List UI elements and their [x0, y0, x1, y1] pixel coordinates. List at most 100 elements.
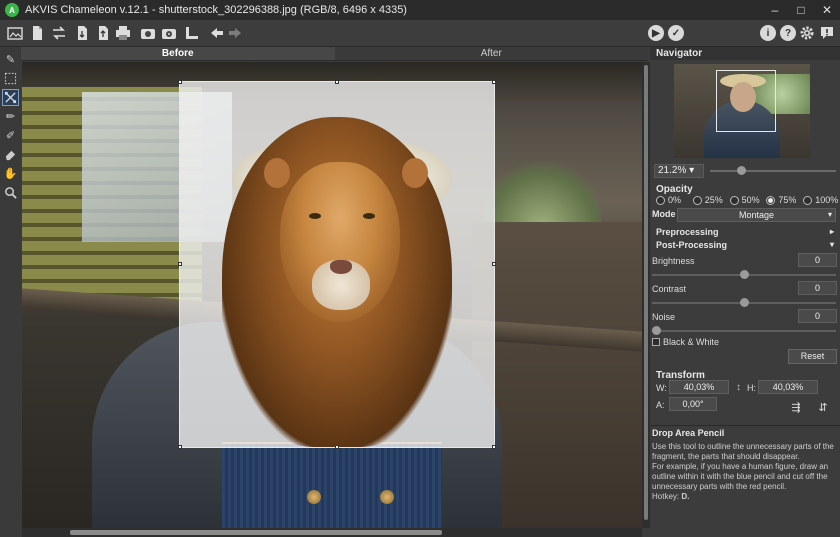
import-icon[interactable] [73, 24, 91, 42]
scroll-thumb[interactable] [644, 65, 648, 520]
lion-ear [264, 158, 290, 188]
horizontal-scrollbar[interactable] [22, 528, 642, 537]
app-logo-icon: A [5, 3, 19, 17]
black-white-checkbox[interactable] [652, 338, 660, 346]
postprocessing-label: Post-Processing [656, 240, 728, 250]
preprocessing-label: Preprocessing [656, 227, 719, 237]
swap-icon[interactable] [50, 24, 68, 42]
opacity-option-25[interactable]: 25% [692, 194, 730, 206]
angle-input[interactable]: 0,00° [669, 397, 717, 411]
navigator-view-rect[interactable] [716, 70, 776, 132]
help-text: Use this tool to outline the unnecessary… [652, 442, 834, 461]
mode-value: Montage [738, 210, 775, 220]
zoom-arrow-icon: ▾ [689, 165, 695, 176]
contrast-input[interactable]: 0 [798, 281, 837, 295]
help-hotkey: Hotkey: D. [652, 492, 838, 502]
flip-vertical-icon[interactable]: ⇵ [812, 398, 834, 416]
opacity-option-50[interactable]: 50% [729, 194, 767, 206]
width-label: W: [656, 383, 667, 393]
zoom-select[interactable]: 21.2% ▾ [654, 164, 704, 178]
angle-label: A: [656, 400, 665, 410]
maximize-button[interactable]: □ [788, 0, 814, 20]
open-icon[interactable] [6, 24, 24, 42]
image-canvas[interactable] [22, 62, 642, 528]
height-input[interactable]: 40,03% [758, 380, 818, 394]
undo-icon[interactable] [208, 24, 226, 42]
help-icon[interactable]: ? [780, 25, 796, 41]
selection-tool-icon[interactable] [3, 71, 18, 86]
mode-label: Mode [652, 209, 676, 219]
close-button[interactable]: ✕ [814, 0, 840, 20]
navigator-preview[interactable] [674, 64, 810, 158]
noise-slider[interactable] [652, 330, 836, 332]
left-toolbar: ✎ ✏ ✐ ✋ [0, 47, 21, 537]
lion-ear [402, 158, 428, 188]
transform-tool-icon[interactable] [2, 89, 19, 106]
camera2-icon[interactable] [160, 24, 178, 42]
noise-input[interactable]: 0 [798, 309, 837, 323]
radio-label: 100% [815, 195, 839, 205]
drop-area-pencil-icon[interactable]: ✏ [3, 109, 18, 124]
link-proportions-icon[interactable]: ↕ [736, 382, 741, 393]
info-icon[interactable]: i [760, 25, 776, 41]
transform-handle[interactable] [492, 80, 496, 84]
brightness-input[interactable]: 0 [798, 253, 837, 267]
ruler-icon[interactable] [183, 24, 201, 42]
preprocessing-header[interactable]: Preprocessing ▸ [650, 226, 840, 238]
opacity-option-75[interactable]: 75% [766, 194, 803, 206]
zoom-icon[interactable] [3, 185, 18, 200]
reset-button[interactable]: Reset [788, 349, 837, 364]
radio-label: 0% [668, 195, 682, 205]
flip-horizontal-icon[interactable]: ⇶ [785, 398, 807, 416]
navigator-title: Navigator [650, 47, 840, 60]
opacity-option-0[interactable]: 0% [656, 194, 693, 206]
export-icon[interactable] [94, 24, 112, 42]
noise-slider-handle[interactable] [652, 326, 661, 335]
chevron-right-icon: ▸ [829, 227, 834, 236]
redo-icon[interactable] [226, 24, 244, 42]
lion-eye [309, 213, 321, 219]
vertical-scrollbar[interactable] [642, 62, 650, 528]
transform-handle[interactable] [178, 445, 182, 449]
run-icon[interactable]: ▶ [648, 25, 664, 41]
apply-icon[interactable]: ✓ [668, 25, 684, 41]
settings-icon[interactable] [798, 24, 816, 42]
noise-label: Noise [652, 312, 676, 322]
hand-icon[interactable]: ✋ [3, 166, 18, 181]
scroll-thumb[interactable] [70, 530, 442, 535]
chevron-down-icon: ▾ [829, 240, 834, 249]
zoom-slider[interactable] [710, 170, 836, 172]
transform-handle[interactable] [335, 445, 339, 449]
pencil-tool-icon[interactable]: ✎ [3, 52, 18, 67]
camera-icon[interactable] [139, 24, 157, 42]
window-title: AKVIS Chameleon v.12.1 - shutterstock_30… [25, 4, 407, 16]
print-icon[interactable] [114, 24, 132, 42]
tab-after[interactable]: After [334, 47, 648, 61]
transform-handle[interactable] [492, 262, 496, 266]
brightness-slider-handle[interactable] [740, 270, 749, 279]
contrast-slider-handle[interactable] [740, 298, 749, 307]
minimize-button[interactable]: – [762, 0, 788, 20]
eraser-pencil-icon[interactable]: ✐ [3, 128, 18, 143]
alert-icon[interactable] [818, 24, 836, 42]
lion-eye [363, 213, 375, 219]
tab-before[interactable]: Before [21, 47, 335, 61]
radio-dot [656, 195, 665, 205]
overall-button [307, 490, 321, 504]
radio-dot-selected [766, 195, 776, 205]
width-input[interactable]: 40,03% [669, 380, 729, 394]
new-icon[interactable] [28, 24, 46, 42]
transform-handle[interactable] [492, 445, 496, 449]
radio-label: 50% [741, 195, 760, 205]
hotkey-label: Hotkey: [652, 492, 682, 501]
zoom-slider-handle[interactable] [737, 166, 746, 175]
postprocessing-header[interactable]: Post-Processing ▾ [650, 239, 840, 251]
opacity-option-100[interactable]: 100% [803, 194, 840, 206]
help-panel: Drop Area Pencil Use this tool to outlin… [650, 425, 840, 537]
man-overalls [222, 442, 442, 528]
mode-select[interactable]: Montage ▾ [677, 208, 836, 222]
transform-handle[interactable] [335, 80, 339, 84]
transform-handle[interactable] [178, 262, 182, 266]
eraser-icon[interactable] [3, 147, 18, 162]
transform-handle[interactable] [178, 80, 182, 84]
